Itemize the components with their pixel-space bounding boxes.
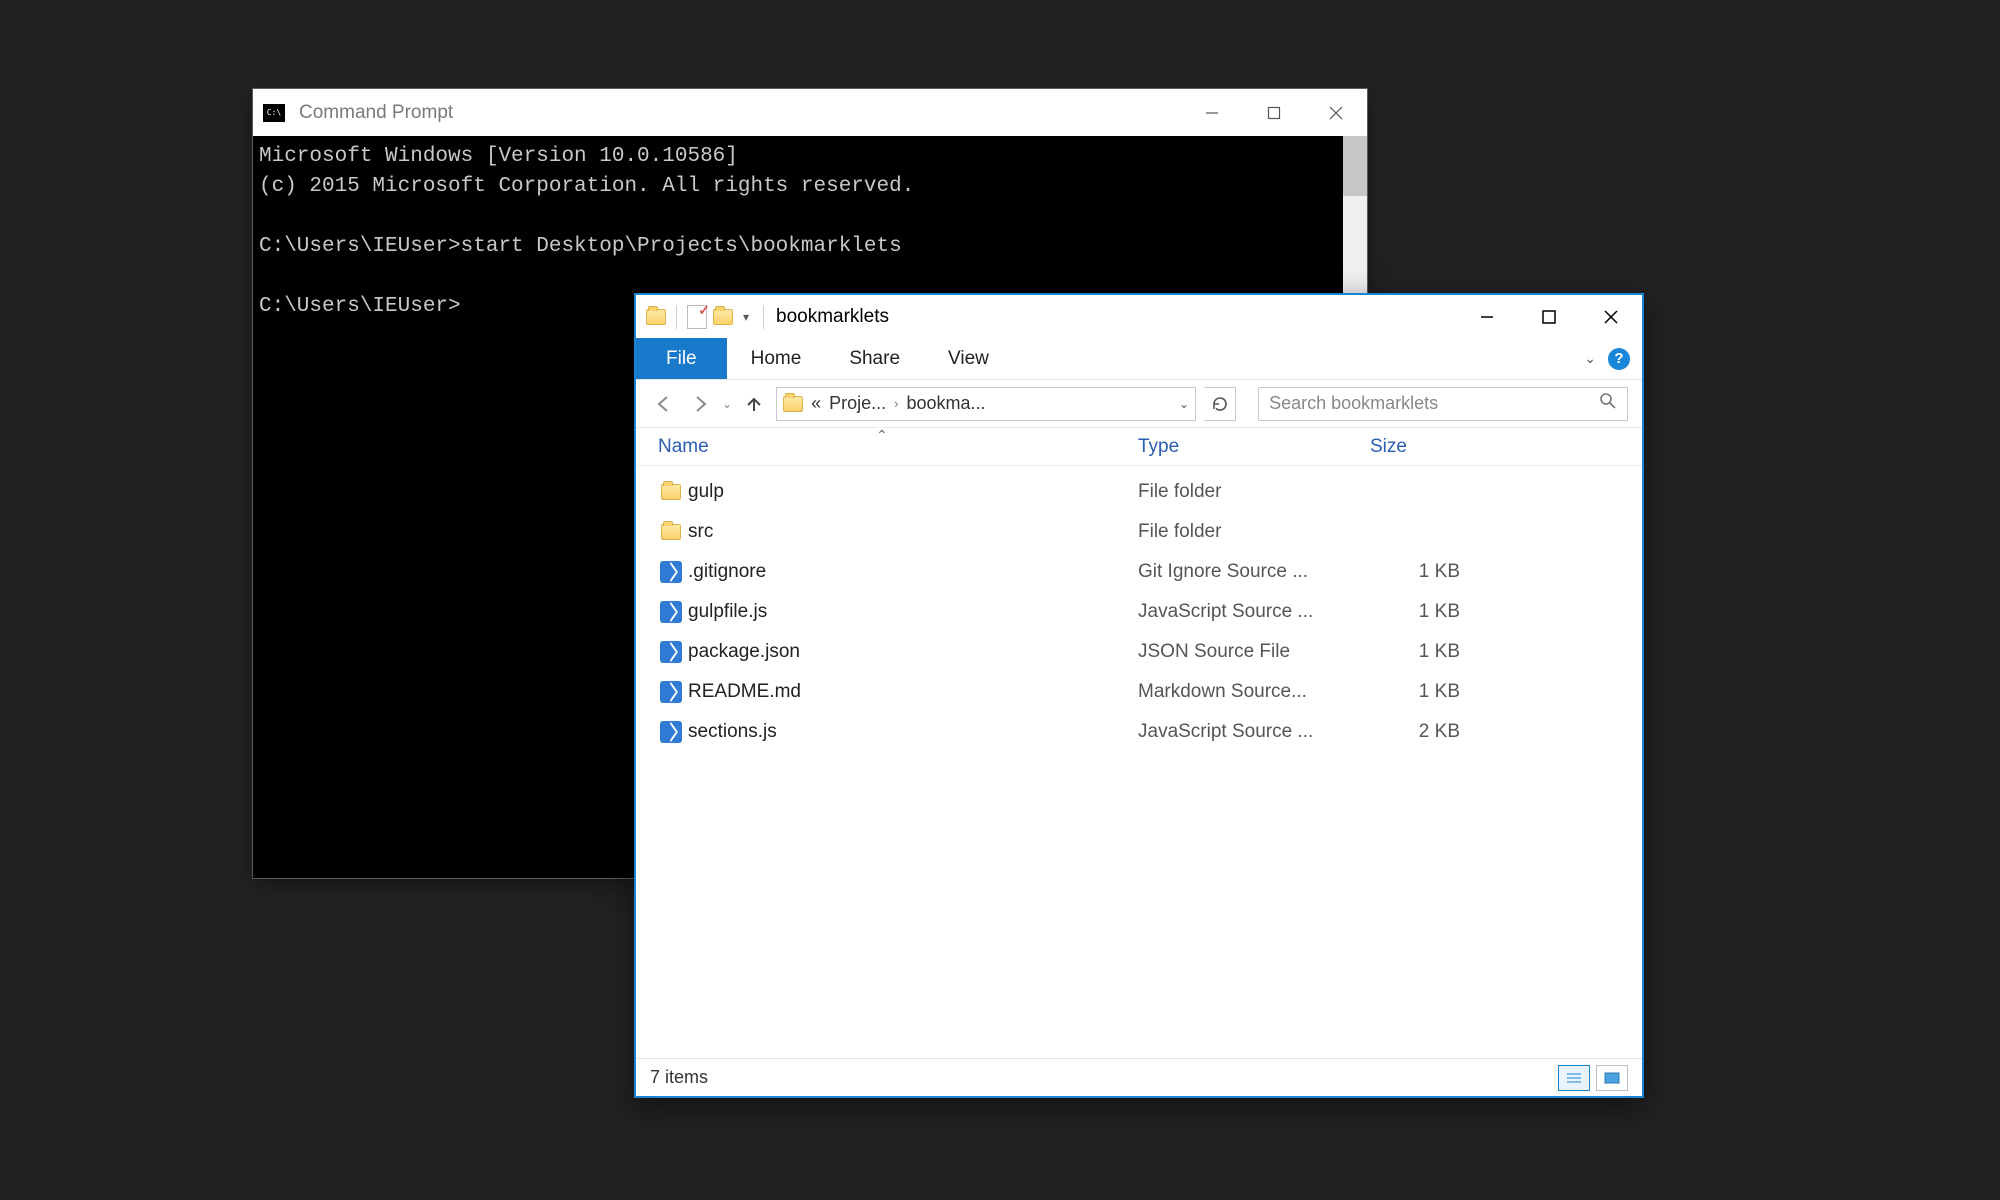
file-row[interactable]: gulpfile.jsJavaScript Source ...1 KB [654, 592, 1642, 632]
ribbon-expand-icon[interactable]: ⌄ [1584, 350, 1596, 367]
file-type: File folder [1138, 481, 1370, 503]
explorer-titlebar[interactable]: ▾ bookmarklets [636, 295, 1642, 338]
folder-icon [783, 396, 803, 412]
separator [676, 305, 677, 329]
folder-icon[interactable] [646, 309, 666, 325]
vscode-file-icon [660, 641, 682, 663]
chevron-right-icon[interactable]: › [894, 396, 898, 411]
file-name: gulp [688, 481, 1138, 503]
file-row[interactable]: sections.jsJavaScript Source ...2 KB [654, 712, 1642, 752]
explorer-title: bookmarklets [776, 306, 889, 328]
tab-file[interactable]: File [636, 338, 727, 379]
navigation-bar: ⌄ « Proje... › bookma... ⌄ Search bookma… [636, 380, 1642, 428]
file-type: JavaScript Source ... [1138, 721, 1370, 743]
file-list[interactable]: gulpFile foldersrcFile folder.gitignoreG… [636, 466, 1642, 1058]
file-type: JSON Source File [1138, 641, 1370, 663]
folder-icon [661, 524, 681, 540]
search-placeholder: Search bookmarklets [1269, 393, 1438, 414]
file-name: README.md [688, 681, 1138, 703]
maximize-button[interactable] [1243, 89, 1305, 136]
status-bar: 7 items [636, 1058, 1642, 1096]
open-folder-icon[interactable] [713, 309, 733, 325]
address-bar[interactable]: « Proje... › bookma... ⌄ [776, 387, 1196, 421]
help-icon[interactable]: ? [1608, 348, 1630, 370]
separator [763, 305, 764, 329]
file-type: JavaScript Source ... [1138, 601, 1370, 623]
search-icon[interactable] [1599, 392, 1617, 415]
column-name[interactable]: Name [658, 436, 1138, 458]
file-name: sections.js [688, 721, 1138, 743]
sort-indicator-icon: ⌃ [876, 427, 888, 444]
file-type: Markdown Source... [1138, 681, 1370, 703]
file-row[interactable]: .gitignoreGit Ignore Source ...1 KB [654, 552, 1642, 592]
search-input[interactable]: Search bookmarklets [1258, 387, 1628, 421]
column-type[interactable]: Type [1138, 436, 1370, 458]
column-size[interactable]: Size [1370, 436, 1642, 458]
vscode-file-icon [660, 681, 682, 703]
refresh-button[interactable] [1204, 387, 1236, 421]
explorer-window-buttons [1456, 295, 1642, 338]
up-button[interactable] [740, 390, 768, 418]
file-type: File folder [1138, 521, 1370, 543]
file-size: 1 KB [1370, 601, 1460, 623]
file-size: 2 KB [1370, 721, 1460, 743]
vscode-file-icon [660, 601, 682, 623]
vscode-file-icon [660, 561, 682, 583]
minimize-button[interactable] [1456, 295, 1518, 338]
file-name: package.json [688, 641, 1138, 663]
file-size: 1 KB [1370, 681, 1460, 703]
details-view-button[interactable] [1558, 1065, 1590, 1091]
recent-dropdown-icon[interactable]: ⌄ [722, 397, 732, 411]
back-button[interactable] [650, 390, 678, 418]
item-count: 7 items [650, 1067, 708, 1088]
tab-home[interactable]: Home [727, 338, 826, 379]
cmd-window-buttons [1181, 89, 1367, 136]
maximize-button[interactable] [1518, 295, 1580, 338]
close-button[interactable] [1580, 295, 1642, 338]
breadcrumb-segment[interactable]: bookma... [906, 393, 985, 414]
address-dropdown-icon[interactable]: ⌄ [1179, 397, 1189, 411]
cmd-title: Command Prompt [299, 102, 453, 124]
cmd-line: (c) 2015 Microsoft Corporation. All righ… [259, 175, 914, 198]
breadcrumb-segment[interactable]: Proje... [829, 393, 886, 414]
file-size: 1 KB [1370, 561, 1460, 583]
thumbnails-view-button[interactable] [1596, 1065, 1628, 1091]
cmd-line: Microsoft Windows [Version 10.0.10586] [259, 145, 738, 168]
forward-button[interactable] [686, 390, 714, 418]
cmd-titlebar[interactable]: Command Prompt [253, 89, 1367, 136]
cmd-line: C:\Users\IEUser>start Desktop\Projects\b… [259, 235, 902, 258]
vscode-file-icon [660, 721, 682, 743]
file-type: Git Ignore Source ... [1138, 561, 1370, 583]
minimize-button[interactable] [1181, 89, 1243, 136]
file-row[interactable]: srcFile folder [654, 512, 1642, 552]
file-name: .gitignore [688, 561, 1138, 583]
file-size: 1 KB [1370, 641, 1460, 663]
view-toggles [1558, 1065, 1628, 1091]
file-explorer-window: ▾ bookmarklets File Home Share View ⌄ ? [634, 293, 1644, 1098]
file-name: src [688, 521, 1138, 543]
cmd-line: C:\Users\IEUser> [259, 295, 461, 318]
properties-icon[interactable] [687, 305, 707, 329]
file-name: gulpfile.js [688, 601, 1138, 623]
cmd-icon [263, 104, 285, 122]
file-row[interactable]: README.mdMarkdown Source...1 KB [654, 672, 1642, 712]
column-headers: Name Type Size ⌃ [636, 428, 1642, 466]
ribbon-tabs: File Home Share View ⌄ ? [636, 338, 1642, 380]
quick-access-toolbar: ▾ [646, 305, 768, 329]
folder-icon [661, 484, 681, 500]
close-button[interactable] [1305, 89, 1367, 136]
breadcrumb-prefix[interactable]: « [811, 393, 821, 414]
qat-dropdown-icon[interactable]: ▾ [739, 310, 753, 324]
file-row[interactable]: package.jsonJSON Source File1 KB [654, 632, 1642, 672]
tab-view[interactable]: View [924, 338, 1013, 379]
file-row[interactable]: gulpFile folder [654, 472, 1642, 512]
scroll-thumb[interactable] [1343, 136, 1367, 196]
tab-share[interactable]: Share [825, 338, 924, 379]
